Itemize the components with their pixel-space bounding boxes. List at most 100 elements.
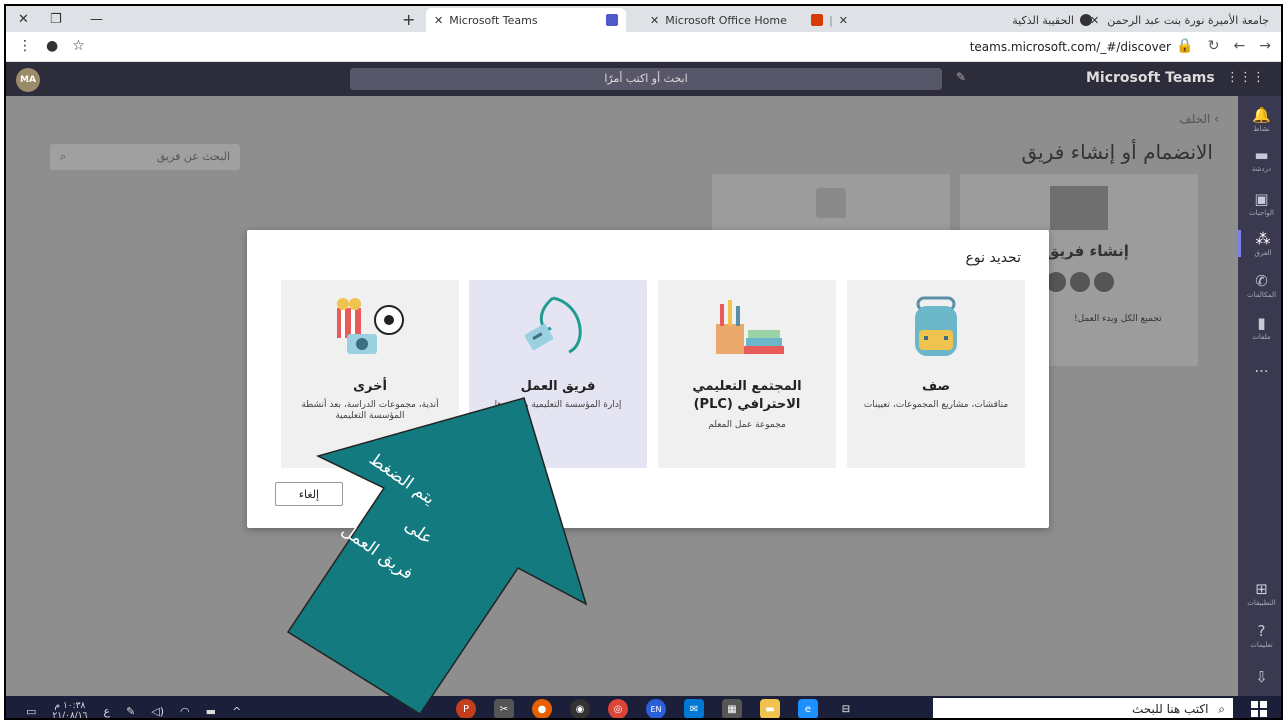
powerpoint-icon[interactable]: P — [456, 699, 476, 718]
language-badge-icon[interactable]: EN — [646, 699, 666, 718]
new-tab-button[interactable]: + — [402, 6, 415, 32]
rail-item-calls[interactable]: ✆ المكالمات — [1238, 272, 1281, 299]
card-description: مناقشات، مشاريع المجموعات، تعيينات — [863, 400, 1009, 410]
search-icon: ⌕ — [1218, 702, 1225, 716]
phone-icon: ✆ — [1255, 272, 1268, 290]
teams-header: MA ابحث أو اكتب أمرًا ✎ Microsoft Teams … — [6, 62, 1281, 96]
team-type-card-other[interactable]: أخرى أندية، مجموعات الدراسة، بعد أنشطة ا… — [281, 280, 459, 468]
notifications-icon[interactable]: ▭ — [26, 705, 36, 718]
compose-icon[interactable]: ✎ — [956, 70, 966, 84]
rail-item-chat[interactable]: ▬ دردشة — [1238, 146, 1281, 173]
member-avatar — [1046, 272, 1066, 292]
rail-item-more[interactable]: ... — [1238, 358, 1281, 376]
card-description: إدارة المؤسسة التعليمية وتطويرها — [494, 400, 622, 410]
rail-item-help[interactable]: ? تعليمات — [1238, 622, 1281, 649]
firefox-icon[interactable]: ● — [532, 699, 552, 718]
rail-item-activity[interactable]: 🔔 نشاط — [1238, 106, 1281, 133]
close-tab-icon[interactable]: ✕ — [1090, 14, 1099, 27]
restore-window-icon[interactable]: ❐ — [50, 6, 62, 32]
close-tab-icon[interactable]: ✕ — [650, 14, 659, 27]
tab-smart-bag[interactable]: الحقيبة الذكية — [972, 8, 1100, 32]
card-title: المجتمع التعليمي الاحترافي (PLC) — [692, 379, 802, 412]
download-icon: ⇩ — [1255, 668, 1268, 686]
app-title: Microsoft Teams — [1086, 70, 1215, 86]
input-language[interactable]: ع — [103, 705, 110, 718]
back-link[interactable]: › الخلف — [1179, 112, 1219, 126]
cancel-button[interactable]: إلغاء — [275, 482, 343, 506]
page-title: الانضمام أو إنشاء فريق — [1021, 140, 1213, 164]
tab-title: Microsoft Teams — [449, 13, 538, 27]
avatar[interactable]: MA — [16, 68, 40, 92]
search-input[interactable]: ابحث أو اكتب أمرًا — [350, 68, 942, 90]
tab-pnu[interactable]: جامعة الأميرة نورة بنت عبد الرحمن ✕ — [1090, 8, 1281, 32]
team-search-input[interactable]: البحث عن فريق ⌕ — [50, 144, 240, 170]
chevron-up-icon[interactable]: ^ — [232, 705, 241, 718]
profile-icon[interactable]: ● — [46, 38, 58, 54]
file-explorer-icon[interactable]: ▬ — [760, 699, 780, 718]
volume-icon[interactable]: ◁) — [151, 705, 164, 718]
snip-tool-icon[interactable]: ✂ — [494, 699, 514, 718]
forward-arrow-icon[interactable]: → — [1259, 38, 1271, 54]
team-type-card-plc[interactable]: المجتمع التعليمي الاحترافي (PLC) مجموعة … — [658, 280, 836, 468]
download-app-button[interactable]: ⇩ — [1238, 668, 1281, 686]
mail-icon[interactable]: ✉ — [684, 699, 704, 718]
browser-tab-strip: ✕ ❐ — + ✕ Microsoft Teams ✕ Microsoft Of… — [6, 6, 1281, 32]
rail-item-apps[interactable]: ⊞ التطبيقات — [1238, 580, 1281, 607]
team-type-card-class[interactable]: صف مناقشات، مشاريع المجموعات، تعيينات — [847, 280, 1025, 468]
create-team-illustration — [1050, 186, 1108, 230]
close-window-icon[interactable]: ✕ — [18, 6, 29, 32]
lock-icon[interactable]: 🔒 — [1176, 38, 1193, 54]
battery-icon[interactable]: ▬ — [206, 705, 216, 718]
url-field[interactable]: teams.microsoft.com/_#/discover — [970, 40, 1171, 54]
member-avatar — [1070, 272, 1090, 292]
back-arrow-icon[interactable]: ← — [1234, 38, 1246, 54]
rail-item-assignments[interactable]: ▣ الواجبات — [1238, 190, 1281, 217]
clock[interactable]: ١٠:٣٨ م ٢١/٠٨/١٦ — [52, 701, 87, 718]
rail-item-teams[interactable]: ⁂ الفرق — [1238, 230, 1281, 257]
store-icon[interactable]: ▦ — [722, 699, 742, 718]
tab-title: Microsoft Office Home — [665, 13, 787, 27]
card-title: فريق العمل — [520, 379, 596, 394]
help-icon: ? — [1257, 622, 1266, 640]
tab-title: الحقيبة الذكية — [1012, 13, 1074, 27]
camera-icon[interactable]: ◉ — [570, 699, 590, 718]
card-description: أندية، مجموعات الدراسة، بعد أنشطة المؤسس… — [301, 400, 439, 421]
dialog-title: تحديد نوع — [965, 250, 1021, 266]
member-avatar — [1094, 272, 1114, 292]
tab-title: جامعة الأميرة نورة بنت عبد الرحمن — [1107, 13, 1269, 27]
windows-start-icon[interactable] — [1251, 701, 1267, 717]
join-code-card — [712, 174, 950, 234]
card-title: صف — [921, 379, 951, 394]
task-view-icon[interactable]: ⊟ — [836, 699, 856, 718]
reload-icon[interactable]: ↻ — [1208, 38, 1220, 54]
team-type-card-staff[interactable]: فريق العمل إدارة المؤسسة التعليمية وتطوي… — [469, 280, 647, 468]
create-team-subtitle: تجميع الكل وبدء العمل! — [1074, 314, 1162, 324]
close-tab-icon[interactable]: ✕ — [839, 14, 848, 27]
minimize-window-icon[interactable]: — — [90, 6, 103, 32]
card-description: مجموعة عمل المعلم — [708, 420, 786, 430]
backpack-icon — [915, 296, 957, 356]
taskbar-search-input[interactable]: ⌕ اكتب هنا للبحث — [933, 698, 1233, 718]
edge-icon[interactable]: e — [798, 699, 818, 718]
rail-item-files[interactable]: ▮ ملفات — [1238, 314, 1281, 341]
windows-taskbar: ▭ ١٠:٣٨ م ٢١/٠٨/١٦ ع ✎ ◁) ◠ ▬ ^ P ✂ ● ◉ … — [6, 696, 1281, 718]
select-type-dialog: تحديد نوع صف مناقشات، مشاريع المجموعات، … — [247, 230, 1049, 528]
tab-office-home[interactable]: ✕ Microsoft Office Home | ✕ — [642, 8, 862, 32]
address-bar: ⋮ ● ☆ teams.microsoft.com/_#/discover 🔒 … — [6, 32, 1281, 62]
books-and-pencils-icon — [716, 300, 784, 354]
apps-icon: ⊞ — [1255, 580, 1268, 598]
tab-microsoft-teams[interactable]: ✕ Microsoft Teams — [426, 8, 626, 32]
teams-icon: ⁂ — [1255, 230, 1271, 248]
bookmark-star-icon[interactable]: ☆ — [72, 38, 85, 54]
chat-icon: ▬ — [1254, 146, 1269, 164]
app-launcher-icon[interactable]: ⋮⋮⋮ — [1226, 70, 1265, 85]
chevron-right-icon: › — [1214, 112, 1219, 126]
wifi-icon[interactable]: ◠ — [180, 705, 190, 718]
close-tab-icon[interactable]: ✕ — [434, 14, 443, 27]
search-icon: ⌕ — [60, 150, 67, 163]
pen-icon[interactable]: ✎ — [126, 705, 135, 718]
popcorn-ball-camera-icon — [337, 298, 404, 354]
chrome-icon[interactable]: ◎ — [608, 699, 628, 718]
assignments-icon: ▣ — [1254, 190, 1269, 208]
menu-dots-icon[interactable]: ⋮ — [18, 38, 32, 54]
